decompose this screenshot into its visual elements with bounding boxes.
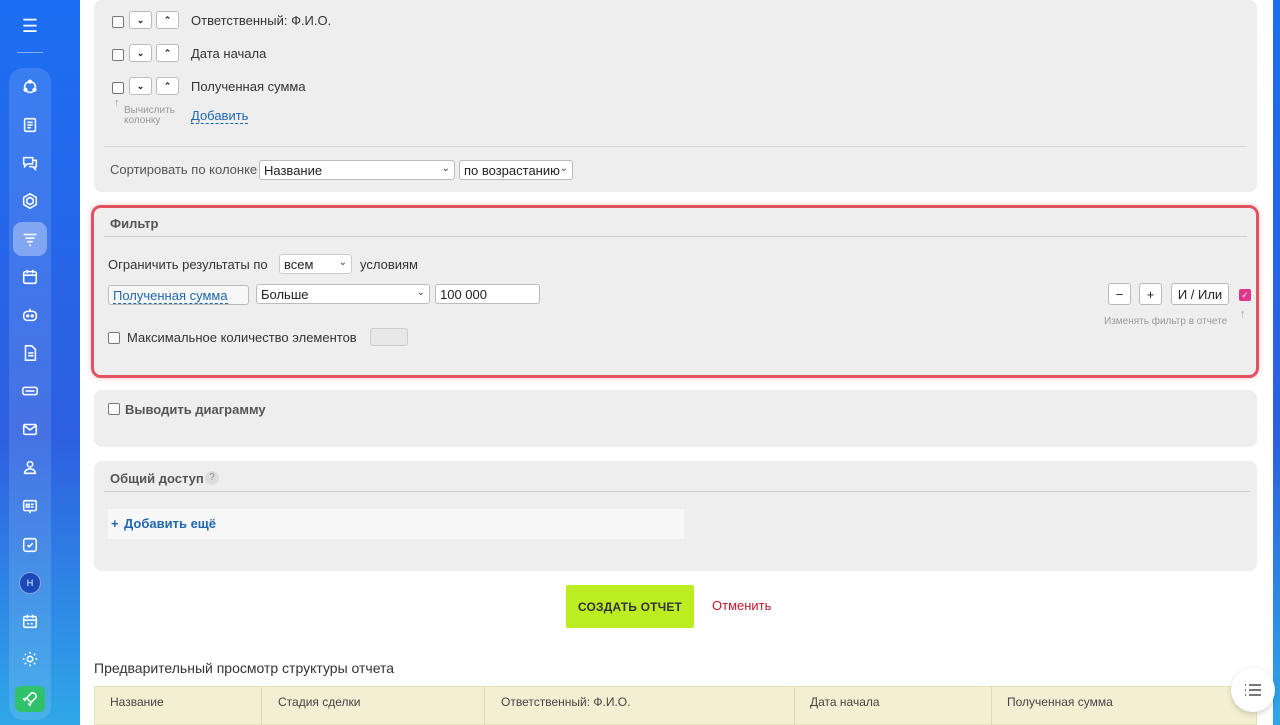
sidebar-divider — [17, 52, 43, 53]
column-checkbox-start-date[interactable] — [112, 49, 124, 61]
avatar: Н — [19, 572, 41, 594]
presentation-icon — [22, 499, 38, 514]
move-down-button[interactable]: ⌄ — [129, 11, 152, 29]
preview-col-header: Полученная сумма — [1007, 695, 1113, 709]
sidebar-item-mail[interactable] — [13, 412, 47, 446]
move-up-button[interactable]: ⌃ — [156, 77, 179, 95]
chart-panel: Выводить диаграмму — [94, 390, 1257, 447]
move-up-button[interactable]: ⌃ — [156, 44, 179, 62]
sidebar-item-calendar[interactable] — [13, 260, 47, 294]
sort-order-value: по возрастанию — [464, 163, 560, 178]
sidebar-item-reports[interactable] — [13, 222, 47, 256]
column-separator — [794, 687, 795, 725]
users-icon — [23, 460, 37, 475]
preview-title: Предварительный просмотр структуры отчет… — [94, 660, 395, 676]
sort-label: Сортировать по колонке — [110, 162, 258, 177]
gear-icon — [22, 651, 38, 667]
preview-col-header: Стадия сделки — [278, 695, 361, 709]
plus-icon: + — [111, 516, 119, 531]
checkbox-icon — [22, 537, 38, 553]
hexagon-icon — [22, 192, 38, 210]
divider — [104, 491, 1250, 492]
column-label: Ответственный: Ф.И.О. — [191, 13, 332, 28]
move-up-button[interactable]: ⌃ — [156, 11, 179, 29]
column-checkbox-responsible[interactable] — [112, 16, 124, 28]
document-icon — [24, 345, 37, 361]
mail-icon — [22, 423, 38, 436]
sidebar-item-chat[interactable] — [13, 146, 47, 180]
column-label: Дата начала — [191, 46, 267, 61]
drive-icon — [22, 386, 38, 396]
preview-col-header: Ответственный: Ф.И.О. — [501, 695, 631, 709]
sidebar-item-docs[interactable] — [13, 336, 47, 370]
preview-col-header: Дата начала — [810, 695, 880, 709]
list-menu-button[interactable] — [1231, 668, 1275, 712]
sort-column-value: Название — [264, 163, 323, 178]
calendar-icon — [22, 269, 38, 285]
sidebar-item-settings[interactable] — [13, 642, 47, 676]
move-down-button[interactable]: ⌄ — [129, 77, 152, 95]
divider — [104, 146, 1247, 147]
sidebar-item-tasks[interactable] — [13, 528, 47, 562]
calc-column-hint-2[interactable]: колонку — [124, 115, 160, 126]
report-editor: ⌄ ⌃ Ответственный: Ф.И.О. ⌄ ⌃ Дата начал… — [80, 0, 1273, 725]
menu-icon[interactable]: ☰ — [0, 10, 60, 42]
show-chart-label: Выводить диаграмму — [125, 402, 266, 417]
list-icon — [1245, 684, 1261, 696]
activity-icon — [23, 79, 37, 94]
column-separator — [261, 687, 262, 725]
sidebar-item-crm[interactable] — [13, 184, 47, 218]
sidebar-item-profile[interactable]: Н — [13, 566, 47, 600]
columns-panel: ⌄ ⌃ Ответственный: Ф.И.О. ⌄ ⌃ Дата начал… — [94, 0, 1257, 192]
cancel-link[interactable]: Отменить — [712, 598, 771, 613]
sidebar-item-drive[interactable] — [13, 374, 47, 408]
filter-funnel-icon — [23, 233, 37, 247]
help-icon[interactable]: ? — [205, 471, 219, 485]
access-title: Общий доступ — [110, 471, 204, 486]
sidebar-item-copilot[interactable] — [13, 298, 47, 332]
access-panel: Общий доступ ? + Добавить ещё — [94, 461, 1257, 571]
access-list: + Добавить ещё — [108, 509, 684, 539]
show-chart-checkbox[interactable] — [108, 403, 120, 415]
add-more-link[interactable]: Добавить ещё — [124, 516, 216, 531]
robot-icon — [22, 308, 38, 322]
chevron-down-icon: ⌄ — [441, 163, 450, 174]
chevron-down-icon: ⌄ — [559, 163, 568, 174]
column-separator — [484, 687, 485, 725]
filter-highlight — [91, 205, 1259, 378]
sort-order-select[interactable]: по возрастанию ⌄ — [459, 160, 573, 180]
sidebar-item-sites[interactable] — [13, 490, 47, 524]
sort-column-select[interactable]: Название ⌄ — [259, 160, 455, 180]
sidebar-item-employees[interactable] — [13, 450, 47, 484]
column-label: Полученная сумма — [191, 79, 306, 94]
sidebar-item-booking[interactable] — [13, 604, 47, 638]
left-sidebar: ☰ Н — [0, 0, 62, 725]
arrow-up-icon: ↑ — [114, 97, 120, 109]
chat-icon — [22, 156, 38, 172]
move-down-button[interactable]: ⌄ — [129, 44, 152, 62]
sidebar-item-upgrade[interactable] — [15, 686, 45, 712]
add-column-link[interactable]: Добавить — [191, 108, 249, 124]
column-checkbox-amount[interactable] — [112, 82, 124, 94]
sidebar-item-feed[interactable] — [13, 70, 47, 104]
rocket-icon — [22, 691, 38, 707]
preview-col-header: Название — [110, 695, 164, 709]
schedule-icon — [22, 614, 38, 629]
preview-table-header: Название Стадия сделки Ответственный: Ф.… — [94, 686, 1257, 725]
newspaper-icon — [23, 117, 37, 133]
sidebar-item-news[interactable] — [13, 108, 47, 142]
create-report-button[interactable]: СОЗДАТЬ ОТЧЕТ — [566, 585, 694, 628]
column-separator — [991, 687, 992, 725]
